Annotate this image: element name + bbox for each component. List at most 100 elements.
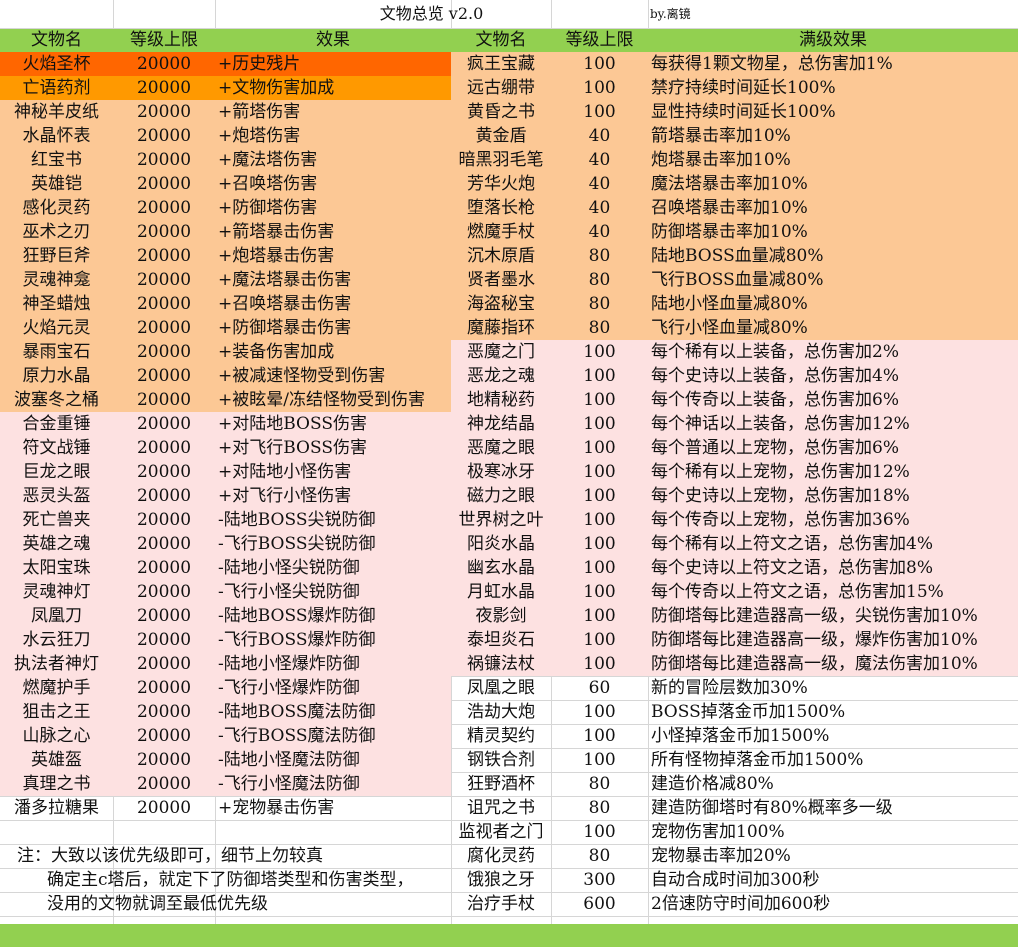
relic-level-cap: 20000 xyxy=(136,774,192,794)
relic-name: 火焰圣杯 xyxy=(22,54,91,74)
relic-effect: +对飞行小怪伤害 xyxy=(218,486,352,506)
relic-name: 世界树之叶 xyxy=(458,510,544,530)
relic-level-cap: 20000 xyxy=(136,750,192,770)
relic-name: 恶魔之眼 xyxy=(467,438,535,458)
relic-level-cap: 40 xyxy=(588,126,611,146)
relic-name: 英雄铠 xyxy=(31,174,82,194)
relic-max-effect: 陆地小怪血量减80% xyxy=(651,294,808,314)
relic-name: 堕落长枪 xyxy=(467,198,535,218)
relic-max-effect: 每个传奇以上装备，总伤害加6% xyxy=(651,390,899,410)
relic-name: 沉木原盾 xyxy=(467,246,535,266)
relic-max-effect: 每个普通以上宠物，总伤害加6% xyxy=(651,438,899,458)
relic-level-cap: 100 xyxy=(583,414,616,434)
note-line-2: 确定主c塔后，就定下了防御塔类型和伤害类型， xyxy=(47,870,414,890)
relic-effect: +防御塔暴击伤害 xyxy=(218,318,352,338)
relic-name: 死亡兽夹 xyxy=(22,510,91,530)
relic-effect: -陆地小怪爆炸防御 xyxy=(218,654,360,674)
relic-level-cap: 100 xyxy=(583,750,616,770)
relic-name: 磁力之眼 xyxy=(467,486,535,506)
relic-level-cap: 20000 xyxy=(136,342,192,362)
relic-name: 监视者之门 xyxy=(458,822,544,842)
relic-name: 凤凰之眼 xyxy=(467,678,535,698)
relic-max-effect: 新的冒险层数加30% xyxy=(651,678,808,698)
relic-max-effect: 每个传奇以上符文之语，总伤害加15% xyxy=(651,582,944,602)
relic-level-cap: 20000 xyxy=(136,390,192,410)
relic-name: 狙击之王 xyxy=(22,702,91,722)
relic-effect: -陆地BOSS尖锐防御 xyxy=(218,510,376,530)
relic-effect: +宠物暴击伤害 xyxy=(218,798,335,818)
header-name-right: 文物名 xyxy=(475,30,527,50)
relic-name: 真理之书 xyxy=(22,774,91,794)
relic-level-cap: 20000 xyxy=(136,198,192,218)
relic-level-cap: 20000 xyxy=(136,222,192,242)
relic-name: 黄金盾 xyxy=(475,126,527,146)
relic-effect: +文物伤害加成 xyxy=(218,78,335,98)
relic-level-cap: 20000 xyxy=(136,726,192,746)
relic-name: 阳炎水晶 xyxy=(467,534,535,554)
relic-effect: +对陆地小怪伤害 xyxy=(218,462,352,482)
relic-name: 狂野酒杯 xyxy=(467,774,535,794)
relic-max-effect: 飞行BOSS血量减80% xyxy=(651,270,824,290)
header-max-effect: 满级效果 xyxy=(799,30,867,50)
relic-name: 灵魂神灯 xyxy=(22,582,91,602)
relic-level-cap: 100 xyxy=(583,582,616,602)
relic-level-cap: 80 xyxy=(588,774,611,794)
relic-effect: -陆地BOSS魔法防御 xyxy=(218,702,376,722)
relic-level-cap: 20000 xyxy=(136,366,192,386)
relic-level-cap: 20000 xyxy=(136,678,192,698)
relic-name: 山脉之心 xyxy=(22,726,91,746)
relic-level-cap: 20000 xyxy=(136,150,192,170)
relic-max-effect: 防御塔每比建造器高一级，爆炸伤害加10% xyxy=(651,630,978,650)
relic-max-effect: 宠物伤害加100% xyxy=(651,822,785,842)
note-line-3: 没用的文物就调至最低优先级 xyxy=(47,894,268,914)
relic-name: 原力水晶 xyxy=(22,366,91,386)
relic-name: 黄昏之书 xyxy=(467,102,535,122)
relic-name: 巫术之刃 xyxy=(22,222,91,242)
relic-name: 执法者神灯 xyxy=(14,654,99,674)
relic-level-cap: 100 xyxy=(583,702,616,722)
relic-level-cap: 100 xyxy=(583,822,616,842)
relic-name: 地精秘药 xyxy=(467,390,535,410)
relic-level-cap: 20000 xyxy=(136,510,192,530)
relic-max-effect: BOSS掉落金币加1500% xyxy=(651,702,846,722)
relic-level-cap: 100 xyxy=(583,462,616,482)
relic-level-cap: 20000 xyxy=(136,270,192,290)
relic-name: 恶魔之门 xyxy=(467,342,535,362)
relic-name: 红宝书 xyxy=(31,150,82,170)
relic-name: 燃魔手杖 xyxy=(467,222,535,242)
relic-name: 英雄盔 xyxy=(31,750,82,770)
relic-level-cap: 80 xyxy=(588,846,611,866)
relic-name: 水云狂刀 xyxy=(22,630,91,650)
relic-max-effect: 每个传奇以上宠物，总伤害加36% xyxy=(651,510,910,530)
relic-max-effect: 防御塔暴击率加10% xyxy=(651,222,808,242)
relic-effect: -飞行BOSS爆炸防御 xyxy=(218,630,376,650)
relic-effect: +炮塔伤害 xyxy=(218,126,301,146)
relic-effect: -陆地BOSS爆炸防御 xyxy=(218,606,376,626)
relic-name: 远古绷带 xyxy=(467,78,535,98)
relic-name: 恶灵头盔 xyxy=(22,486,91,506)
relic-level-cap: 20000 xyxy=(136,174,192,194)
relic-name: 贤者墨水 xyxy=(467,270,535,290)
relic-level-cap: 100 xyxy=(583,342,616,362)
relic-level-cap: 100 xyxy=(583,438,616,458)
relic-name: 水晶怀表 xyxy=(22,126,91,146)
relic-max-effect: 每个稀有以上宠物，总伤害加12% xyxy=(651,462,910,482)
relic-name: 海盗秘宝 xyxy=(467,294,535,314)
relic-name: 钢铁合剂 xyxy=(467,750,535,770)
relic-effect: -飞行BOSS尖锐防御 xyxy=(218,534,376,554)
relic-level-cap: 20000 xyxy=(136,414,192,434)
bottom-green-bar xyxy=(0,924,1018,947)
spreadsheet: 文物总览 v2.0 by.离镜 文物名 等级上限 效果 文物名 等级上限 满级效… xyxy=(0,0,1018,947)
note-line-1: 注：大致以该优先级即可，细节上勿较真 xyxy=(17,846,323,866)
relic-level-cap: 300 xyxy=(583,870,616,890)
relic-name: 神龙结晶 xyxy=(467,414,535,434)
relic-level-cap: 80 xyxy=(588,294,611,314)
relic-max-effect: 魔法塔暴击率加10% xyxy=(651,174,808,194)
relic-level-cap: 600 xyxy=(583,894,616,914)
relic-max-effect: 每个稀有以上符文之语，总伤害加4% xyxy=(651,534,933,554)
relic-max-effect: 自动合成时间加300秒 xyxy=(651,870,820,890)
header-level: 等级上限 xyxy=(130,30,198,50)
relic-name: 夜影剑 xyxy=(475,606,527,626)
relic-name: 恶龙之魂 xyxy=(467,366,535,386)
relic-name: 精灵契约 xyxy=(467,726,535,746)
